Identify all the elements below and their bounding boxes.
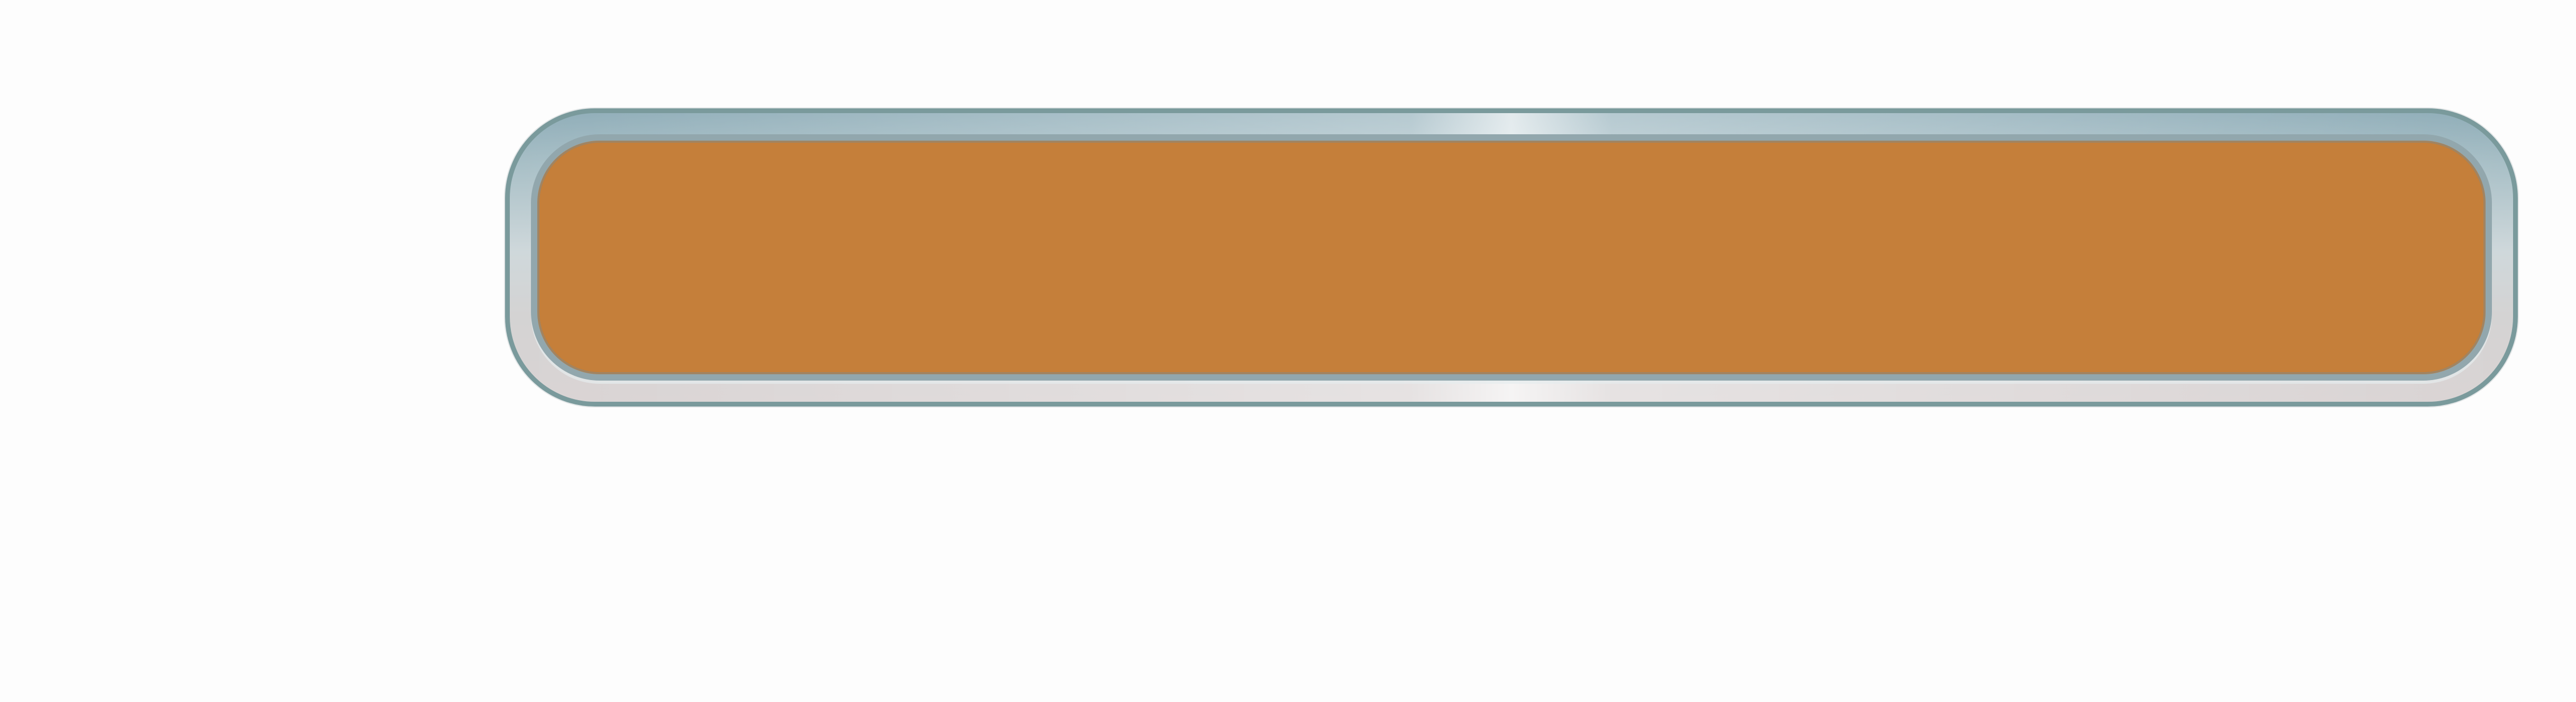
orange-button-frame[interactable] xyxy=(505,108,2518,407)
button-bevel xyxy=(531,134,2492,381)
orange-button-face[interactable] xyxy=(539,143,2483,372)
